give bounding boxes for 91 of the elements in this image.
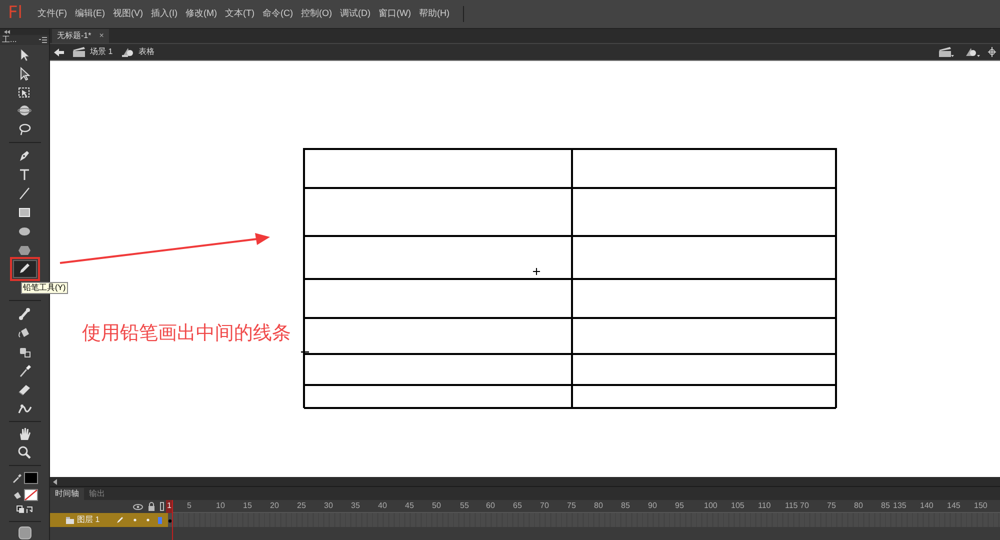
frame-number: 30 [324, 500, 333, 512]
frame-number: 25 [297, 500, 306, 512]
hand-icon [17, 426, 32, 442]
lock-dot-icon [146, 518, 150, 522]
fill-color-icon [12, 490, 22, 500]
layer-row[interactable]: 图层 1 [50, 513, 168, 527]
edit-scene-icon [938, 47, 954, 57]
sphere-icon [17, 103, 32, 118]
frame-number: 55 [460, 500, 469, 512]
panel-menu-icon [39, 36, 47, 43]
free-transform-icon [17, 84, 32, 100]
frame-number: 70 [800, 500, 809, 512]
menu-item[interactable]: 控制(O) [298, 7, 336, 21]
frame-number: 40 [378, 500, 387, 512]
panel-tab[interactable]: 输出 [84, 488, 110, 500]
frame-number: 75 [827, 500, 836, 512]
menu-item[interactable]: 修改(M) [182, 7, 220, 21]
frame-number: 150 [974, 500, 988, 512]
document-tab[interactable]: 无标题-1* × [52, 29, 109, 43]
symbol-shapes-icon [120, 47, 135, 57]
layer-icon [66, 516, 74, 524]
menu-item[interactable]: 窗口(W) [376, 7, 414, 21]
frame-number: 145 [947, 500, 960, 512]
outline-icon [160, 502, 164, 511]
paint-bucket-icon [17, 325, 32, 340]
frame-number: 85 [881, 500, 890, 512]
menu-item[interactable]: 文件(F) [34, 7, 70, 21]
clapperboard-icon [72, 47, 86, 57]
crosshair-cursor-icon [533, 268, 540, 275]
menu-item[interactable]: 命令(C) [260, 7, 296, 21]
menu-item[interactable]: 帮助(H) [416, 7, 453, 21]
frame-number: 60 [486, 500, 495, 512]
stroke-color-swatch[interactable] [24, 472, 38, 484]
frame-number: 85 [621, 500, 630, 512]
pencil-icon [116, 516, 124, 524]
line-tool-icon [17, 186, 32, 201]
symbol-label[interactable]: 表格 [138, 46, 155, 58]
swap-colors-icon [16, 505, 34, 515]
panel-tab[interactable]: 时间轴 [50, 488, 84, 500]
close-tab-button[interactable]: × [99, 30, 104, 42]
frame-number: 50 [432, 500, 441, 512]
menu-item[interactable]: 文本(T) [222, 7, 258, 21]
frame-number: 95 [675, 500, 684, 512]
frame-number: 105 [731, 500, 744, 512]
stage-center-icon [988, 47, 996, 57]
frame-number: 115 [785, 500, 798, 512]
outline-color-icon [158, 516, 162, 524]
frame-number: 35 [351, 500, 360, 512]
frame-number: 20 [270, 500, 279, 512]
lasso-icon [17, 122, 32, 138]
frame-number: 45 [405, 500, 414, 512]
collapse-arrow-icon [52, 478, 58, 484]
frame-number: 65 [513, 500, 522, 512]
frame-number: 80 [854, 500, 863, 512]
frame-number: 100 [704, 500, 718, 512]
scene-label[interactable]: 场景 1 [90, 46, 113, 58]
frame-number: 90 [648, 500, 657, 512]
bone-icon [17, 306, 32, 322]
frame-number: 15 [243, 500, 252, 512]
tooltip: 铅笔工具(Y) [21, 282, 68, 294]
frame-number: 10 [216, 500, 225, 512]
frame-number: 70 [540, 500, 549, 512]
no-fill-swatch [24, 488, 38, 501]
annotation-text: 使用铅笔画出中间的线条 [82, 321, 291, 346]
stroke-color-icon [12, 472, 22, 483]
back-arrow-icon [54, 48, 64, 56]
frame-number: 5 [187, 500, 192, 512]
frame-number: 1 [166, 500, 172, 513]
menu-item[interactable]: 调试(D) [337, 7, 374, 21]
text-tool-icon [17, 167, 32, 182]
frame-number: 135 [893, 500, 906, 512]
keyframe-icon [168, 519, 172, 523]
frame-number: 110 [758, 500, 771, 512]
lock-icon [148, 502, 155, 511]
visibility-dot-icon [133, 518, 137, 522]
pen-nib-icon [17, 148, 32, 164]
document-title: 无标题-1* [57, 30, 92, 42]
menu-item[interactable]: 视图(V) [110, 7, 146, 21]
frame-number: 75 [567, 500, 576, 512]
menu-item[interactable]: 插入(I) [148, 7, 181, 21]
menu-item[interactable]: 编辑(E) [72, 7, 108, 21]
frame-number: 80 [594, 500, 603, 512]
app-logo: Fl [8, 2, 23, 26]
edit-symbols-icon [964, 47, 980, 57]
layer-name: 图层 1 [77, 514, 101, 526]
snap-magnet-icon [18, 526, 32, 540]
zoom-icon [17, 445, 32, 460]
frame-number: 140 [920, 500, 934, 512]
eye-icon [133, 504, 143, 510]
eyedropper-icon [17, 362, 32, 378]
stray-line-stroke [300, 350, 310, 354]
